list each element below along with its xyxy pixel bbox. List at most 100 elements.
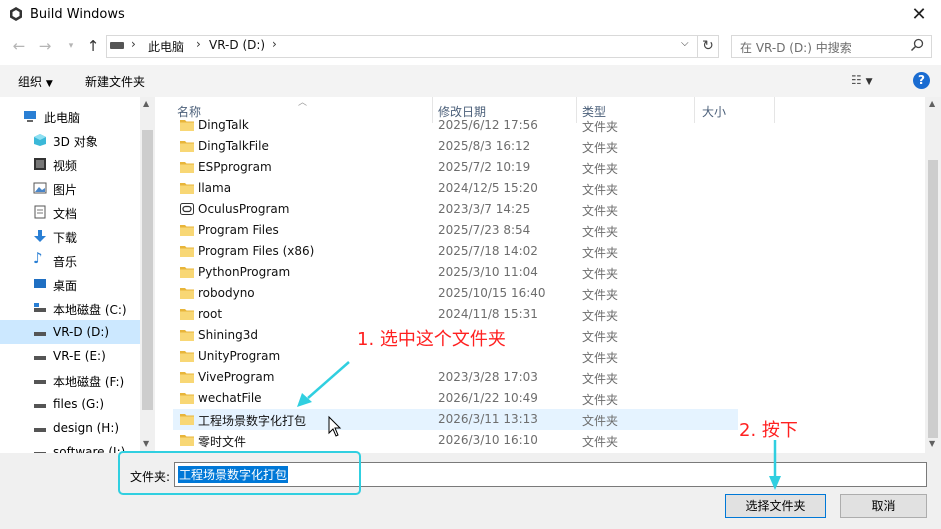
download-icon	[34, 230, 46, 242]
command-bar: 组织 ▼ 新建文件夹 ☷ ▼ ?	[0, 65, 941, 97]
scroll-down-icon[interactable]: ▼	[929, 439, 935, 448]
file-date: 2026/3/10 16:10	[438, 433, 538, 447]
file-type: 文件夹	[582, 183, 619, 197]
drive-icon	[34, 303, 46, 312]
folder-icon	[180, 225, 194, 236]
file-date: 2026/3/11 13:13	[438, 412, 538, 426]
nav-item-label: 下载	[53, 231, 78, 245]
nav-item-desktop[interactable]: 桌面	[0, 272, 140, 296]
unity-icon	[10, 7, 22, 21]
nav-scrollbar-thumb[interactable]	[142, 130, 153, 410]
nav-item-drive-c[interactable]: 本地磁盘 (C:)	[0, 296, 140, 320]
nav-item-videos[interactable]: 视频	[0, 152, 140, 176]
breadcrumb-drive[interactable]: VR-D (D:)	[209, 38, 265, 52]
file-name: wechatFile	[198, 391, 262, 405]
nav-item-drive-d[interactable]: VR-D (D:)	[0, 320, 140, 344]
file-type: 文件夹	[582, 330, 619, 344]
file-type: 文件夹	[582, 435, 619, 449]
search-input[interactable]: 在 VR-D (D:) 中搜索	[731, 35, 932, 58]
folder-icon	[180, 162, 194, 173]
scroll-down-icon[interactable]: ▼	[143, 439, 149, 448]
file-row[interactable]: Program Files 2025/7/23 8:54 文件夹	[173, 220, 738, 241]
select-folder-button[interactable]: 选择文件夹	[725, 494, 826, 518]
file-row[interactable]: root 2024/11/8 15:31 文件夹	[173, 304, 738, 325]
chevron-down-icon: ▼	[45, 79, 53, 89]
file-row[interactable]: DingTalk 2025/6/12 17:56 文件夹	[173, 115, 738, 136]
forward-arrow-icon[interactable]: →	[36, 37, 54, 55]
drive-icon	[34, 380, 46, 384]
nav-item-3d-objects[interactable]: 3D 对象	[0, 128, 140, 152]
file-list-scrollbar-thumb[interactable]	[928, 160, 938, 438]
file-date: 2025/10/15 16:40	[438, 286, 546, 300]
file-name: OculusProgram	[198, 202, 290, 216]
file-name: PythonProgram	[198, 265, 291, 279]
nav-item-drive-h[interactable]: design (H:)	[0, 416, 140, 440]
file-type: 文件夹	[582, 204, 619, 218]
folder-icon	[180, 435, 194, 446]
new-folder-button[interactable]: 新建文件夹	[85, 73, 145, 90]
column-divider[interactable]	[774, 97, 775, 123]
scroll-up-icon[interactable]: ▲	[929, 99, 935, 108]
help-icon[interactable]: ?	[913, 72, 930, 89]
refresh-icon[interactable]: ↻	[698, 35, 719, 58]
file-row[interactable]: ViveProgram 2023/3/28 17:03 文件夹	[173, 367, 738, 388]
address-bar[interactable]: › 此电脑 › VR-D (D:) › ⌵	[106, 35, 698, 58]
file-name: DingTalk	[198, 118, 249, 132]
file-type: 文件夹	[582, 267, 619, 281]
nav-item-documents[interactable]: 文档	[0, 200, 140, 224]
3d-objects-icon	[34, 134, 46, 146]
file-date: 2025/8/3 16:12	[438, 139, 531, 153]
organize-menu[interactable]: 组织 ▼	[18, 73, 53, 90]
file-type: 文件夹	[582, 141, 619, 155]
file-row[interactable]: DingTalkFile 2025/8/3 16:12 文件夹	[173, 136, 738, 157]
file-row[interactable]: llama 2024/12/5 15:20 文件夹	[173, 178, 738, 199]
nav-item-label: files (G:)	[53, 397, 105, 411]
file-row[interactable]: OculusProgram 2023/3/7 14:25 文件夹	[173, 199, 738, 220]
nav-item-downloads[interactable]: 下载	[0, 224, 140, 248]
nav-item-pictures[interactable]: 图片	[0, 176, 140, 200]
cancel-button[interactable]: 取消	[840, 494, 927, 518]
chevron-right-icon: ›	[272, 37, 277, 51]
up-arrow-icon[interactable]: ↑	[84, 37, 102, 55]
file-name: Program Files	[198, 223, 279, 237]
computer-icon	[24, 111, 36, 122]
file-row[interactable]: Program Files (x86) 2025/7/18 14:02 文件夹	[173, 241, 738, 262]
file-name: Shining3d	[198, 328, 258, 342]
file-type: 文件夹	[582, 351, 619, 365]
nav-item-drive-g[interactable]: files (G:)	[0, 392, 140, 416]
drive-icon	[34, 452, 46, 453]
search-icon	[910, 38, 924, 52]
back-arrow-icon[interactable]: ←	[10, 37, 28, 55]
file-name: robodyno	[198, 286, 255, 300]
folder-icon	[180, 414, 194, 425]
documents-icon	[34, 205, 46, 219]
folder-icon	[180, 288, 194, 299]
close-button[interactable]: ✕	[905, 4, 933, 26]
file-row[interactable]: PythonProgram 2025/3/10 11:04 文件夹	[173, 262, 738, 283]
file-row[interactable]: wechatFile 2026/1/22 10:49 文件夹	[173, 388, 738, 409]
nav-item-drive-e[interactable]: VR-E (E:)	[0, 344, 140, 368]
annotation-step1: 1. 选中这个文件夹	[357, 329, 506, 350]
folder-icon	[180, 372, 194, 383]
file-date: 2025/7/23 8:54	[438, 223, 531, 237]
breadcrumb-this-pc[interactable]: 此电脑	[148, 38, 184, 55]
nav-item-label: 本地磁盘 (C:)	[53, 303, 127, 317]
file-row[interactable]: 零时文件 2026/3/10 16:10 文件夹	[173, 430, 738, 451]
organize-label: 组织	[18, 75, 43, 89]
file-row[interactable]: robodyno 2025/10/15 16:40 文件夹	[173, 283, 738, 304]
file-row[interactable]: ESPprogram 2025/7/2 10:19 文件夹	[173, 157, 738, 178]
nav-item-drive-f[interactable]: 本地磁盘 (F:)	[0, 368, 140, 392]
drive-icon	[34, 404, 46, 408]
nav-item-this-pc[interactable]: 此电脑	[0, 104, 140, 128]
annotation-step2: 2. 按下	[739, 420, 798, 441]
file-row[interactable]: 工程场景数字化打包 2026/3/11 13:13 文件夹	[173, 409, 738, 430]
file-type: 文件夹	[582, 225, 619, 239]
scroll-up-icon[interactable]: ▲	[143, 99, 149, 108]
nav-item-music[interactable]: ♪ 音乐	[0, 248, 140, 272]
folder-icon	[180, 393, 194, 404]
recent-locations-icon[interactable]: ▾	[62, 37, 80, 55]
file-date: 2023/3/7 14:25	[438, 202, 531, 216]
folder-icon	[180, 141, 194, 152]
view-options-icon[interactable]: ☷ ▼	[851, 73, 873, 87]
chevron-down-icon[interactable]: ⌵	[681, 38, 689, 49]
